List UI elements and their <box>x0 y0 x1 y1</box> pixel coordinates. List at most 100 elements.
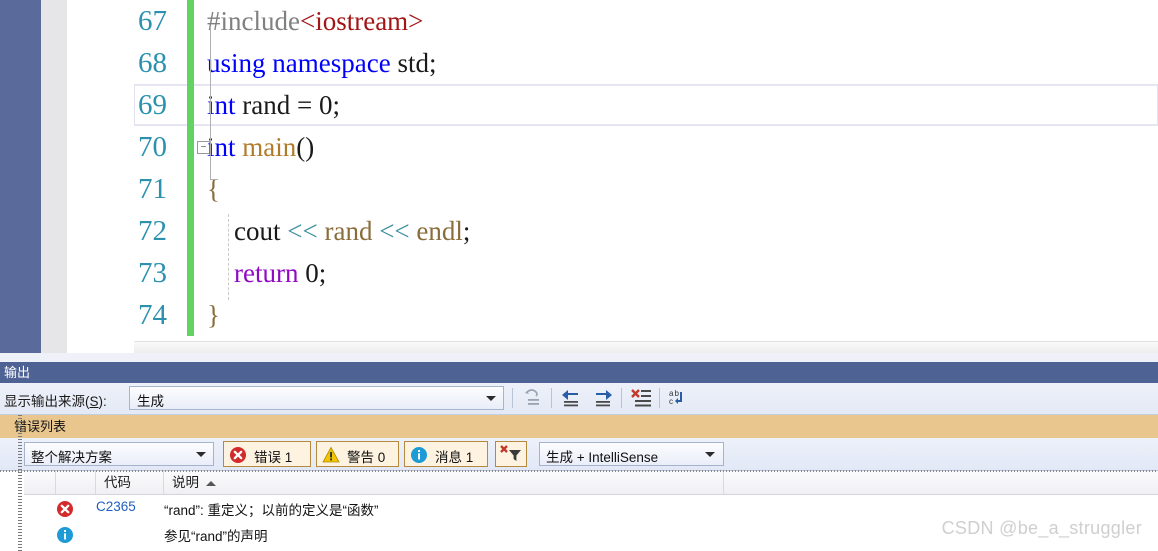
output-source-label-pre: 显示输出来源( <box>4 394 90 409</box>
code-line[interactable]: 70 − int main() <box>67 126 1158 168</box>
code-token: std; <box>390 48 437 78</box>
error-scope-dropdown[interactable]: 整个解决方案 <box>24 442 214 466</box>
line-number: 71 <box>138 173 167 205</box>
code-line[interactable]: 72 cout << rand << endl; <box>67 210 1158 252</box>
error-list-grid[interactable]: 代码 说明 C2365 “rand”: 重定义；以前的定义是“函数” 参见“ra… <box>24 471 1158 551</box>
row-description: “rand”: 重定义；以前的定义是“函数” <box>164 503 379 518</box>
code-token: rand <box>324 216 373 246</box>
svg-text:c: c <box>669 397 673 406</box>
output-toolbar: 显示输出来源(S): 生成 a b c <box>0 383 1158 415</box>
go-to-next-message-icon[interactable] <box>589 386 617 411</box>
code-token: using <box>207 48 266 78</box>
structure-guide-foot <box>210 179 218 180</box>
warnings-toggle-label: 警告 0 <box>347 450 386 465</box>
warning-icon <box>322 446 340 463</box>
change-bar <box>187 126 194 168</box>
column-header-code[interactable]: 代码 <box>96 471 164 494</box>
warnings-toggle-button[interactable]: 警告 0 <box>316 441 399 467</box>
code-token: int <box>207 132 236 162</box>
code-token: int <box>207 90 236 120</box>
line-number: 73 <box>138 257 167 289</box>
row-description: 参见“rand”的声明 <box>164 529 268 544</box>
code-text: } <box>207 294 220 336</box>
editor-indicator-margin <box>41 0 67 353</box>
error-scope-value: 整个解决方案 <box>31 450 112 465</box>
info-icon <box>57 527 73 543</box>
code-token: << <box>379 216 410 246</box>
visual-studio-window: 67 #include<iostream> 68 using namespace… <box>0 0 1158 551</box>
toolbar-separator <box>659 388 660 408</box>
messages-toggle-button[interactable]: 消息 1 <box>404 441 488 467</box>
code-token: rand = 0; <box>235 90 340 120</box>
error-icon <box>230 447 246 463</box>
code-token: } <box>207 300 220 330</box>
code-token: #include <box>207 6 300 36</box>
change-bar <box>187 0 194 42</box>
code-line[interactable]: 71 { <box>67 168 1158 210</box>
code-token: cout <box>207 216 288 246</box>
watermark: CSDN @be_a_struggler <box>941 518 1142 538</box>
panel-drag-handle[interactable] <box>18 415 22 551</box>
code-line-current[interactable]: 69 int rand = 0; <box>67 84 1158 126</box>
change-bar <box>187 168 194 210</box>
code-text: { <box>207 168 220 210</box>
code-text: int rand = 0; <box>207 84 340 126</box>
error-list-titlebar[interactable]: 错误列表 <box>0 415 1158 438</box>
line-number: 70 <box>138 131 167 163</box>
code-token: namespace <box>272 48 391 78</box>
code-line[interactable]: 73 return 0; <box>67 252 1158 294</box>
code-text: int main() <box>207 126 314 168</box>
build-filter-dropdown[interactable]: 生成 + IntelliSense <box>539 442 724 466</box>
column-header-severity[interactable] <box>56 471 96 494</box>
code-token: main <box>242 132 297 162</box>
output-source-value: 生成 <box>137 394 164 409</box>
sort-ascending-icon <box>206 480 216 486</box>
panel-splitter[interactable] <box>0 470 1158 472</box>
clear-filter-icon[interactable] <box>495 441 527 467</box>
build-filter-value: 生成 + IntelliSense <box>546 450 659 465</box>
change-bar <box>187 294 194 336</box>
change-bar <box>187 84 194 126</box>
output-source-dropdown[interactable]: 生成 <box>129 386 504 410</box>
code-token: ; <box>462 216 471 246</box>
code-line[interactable]: 68 using namespace std; <box>67 42 1158 84</box>
svg-text:b: b <box>675 389 680 398</box>
editor-left-rail <box>0 0 41 353</box>
code-token: return <box>234 258 299 288</box>
info-icon <box>411 447 427 463</box>
toolbar-separator <box>621 388 622 408</box>
toolbar-separator <box>551 388 552 408</box>
chevron-down-icon[interactable] <box>196 452 206 457</box>
code-text-area[interactable]: 67 #include<iostream> 68 using namespace… <box>67 0 1158 353</box>
messages-toggle-label: 消息 1 <box>435 450 474 465</box>
line-number: 67 <box>138 5 167 37</box>
line-number: 68 <box>138 47 167 79</box>
clear-all-icon[interactable] <box>627 386 655 411</box>
errors-toggle-label: 错误 1 <box>254 450 293 465</box>
errors-toggle-button[interactable]: 错误 1 <box>223 441 311 467</box>
error-icon <box>57 501 73 517</box>
chevron-down-icon[interactable] <box>705 452 715 457</box>
code-editor[interactable]: 67 #include<iostream> 68 using namespace… <box>0 0 1158 353</box>
editor-horizontal-scrollbar[interactable] <box>134 341 1158 353</box>
code-line[interactable]: 74 } <box>67 294 1158 336</box>
find-message-icon[interactable] <box>519 386 547 411</box>
code-line[interactable]: 67 #include<iostream> <box>67 0 1158 42</box>
output-panel: 输出 显示输出来源(S): 生成 a b c <box>0 353 1158 415</box>
column-header-description[interactable]: 说明 <box>164 471 724 494</box>
chevron-down-icon[interactable] <box>486 396 496 401</box>
output-panel-titlebar[interactable]: 输出 <box>0 362 1158 383</box>
go-to-previous-message-icon[interactable] <box>557 386 585 411</box>
code-token: <iostream> <box>299 6 424 36</box>
row-code[interactable]: C2365 <box>96 499 136 514</box>
code-text: #include<iostream> <box>207 0 423 42</box>
code-token: endl <box>416 216 463 246</box>
line-number: 69 <box>138 89 167 121</box>
code-token: 0; <box>298 258 327 288</box>
line-number: 72 <box>138 215 167 247</box>
toggle-word-wrap-icon[interactable]: a b c <box>665 386 693 411</box>
toolbar-separator <box>512 388 513 408</box>
code-text: return 0; <box>207 252 326 294</box>
column-header-indicator[interactable] <box>24 471 56 494</box>
